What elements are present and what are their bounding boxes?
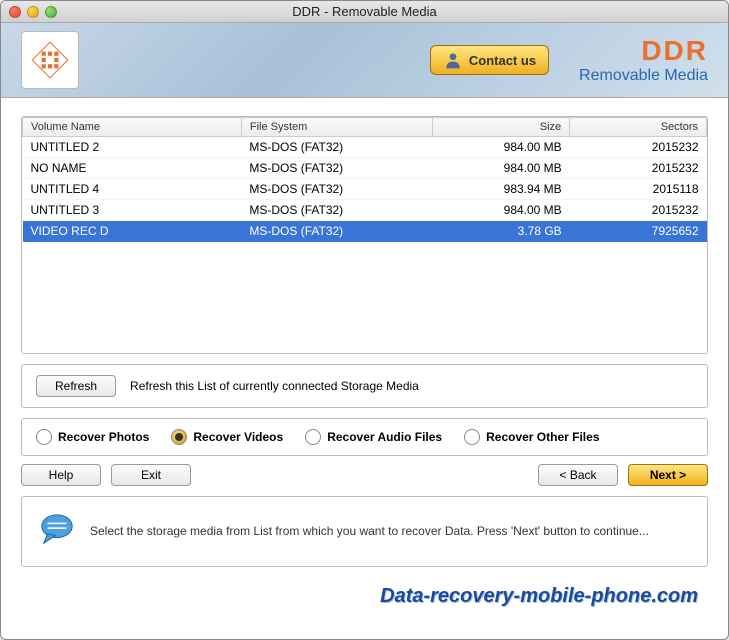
footer-link[interactable]: Data-recovery-mobile-phone.com <box>380 585 698 607</box>
close-icon[interactable] <box>9 6 21 18</box>
col-sectors[interactable]: Sectors <box>570 118 707 137</box>
content-area: Volume Name File System Size Sectors UNT… <box>1 98 728 614</box>
titlebar: DDR - Removable Media <box>1 1 728 23</box>
radio-icon <box>171 429 187 445</box>
minimize-icon[interactable] <box>27 6 39 18</box>
col-size[interactable]: Size <box>433 118 570 137</box>
cell-volume: VIDEO REC D <box>23 221 242 242</box>
brand: DDR Removable Media <box>579 35 708 85</box>
recover-option[interactable]: Recover Videos <box>171 429 283 445</box>
col-file-system[interactable]: File System <box>241 118 433 137</box>
cell-sectors: 2015232 <box>570 158 707 179</box>
recover-option[interactable]: Recover Audio Files <box>305 429 442 445</box>
cell-volume: UNTITLED 4 <box>23 179 242 200</box>
recover-option-label: Recover Photos <box>58 430 149 444</box>
traffic-lights <box>9 6 57 18</box>
cell-sectors: 7925652 <box>570 221 707 242</box>
cell-size: 984.00 MB <box>433 158 570 179</box>
cell-size: 984.00 MB <box>433 200 570 221</box>
nav-row: Help Exit < Back Next > <box>21 464 708 486</box>
recover-option-label: Recover Other Files <box>486 430 599 444</box>
cell-fs: MS-DOS (FAT32) <box>241 137 433 158</box>
refresh-button[interactable]: Refresh <box>36 375 116 397</box>
cell-volume: UNTITLED 3 <box>23 200 242 221</box>
cell-size: 3.78 GB <box>433 221 570 242</box>
table-row[interactable]: NO NAMEMS-DOS (FAT32)984.00 MB2015232 <box>23 158 707 179</box>
recover-option[interactable]: Recover Other Files <box>464 429 599 445</box>
radio-icon <box>464 429 480 445</box>
back-button[interactable]: < Back <box>538 464 618 486</box>
table-header-row: Volume Name File System Size Sectors <box>23 118 707 137</box>
person-icon <box>443 50 463 70</box>
cell-sectors: 2015232 <box>570 137 707 158</box>
header-banner: Contact us DDR Removable Media <box>1 23 728 98</box>
next-button[interactable]: Next > <box>628 464 708 486</box>
footer: Data-recovery-mobile-phone.com <box>21 581 708 614</box>
contact-us-button[interactable]: Contact us <box>430 45 549 75</box>
refresh-hint: Refresh this List of currently connected… <box>130 379 419 393</box>
cell-sectors: 2015118 <box>570 179 707 200</box>
recover-option-label: Recover Audio Files <box>327 430 442 444</box>
hint-panel: Select the storage media from List from … <box>21 496 708 567</box>
app-logo-icon <box>21 31 79 89</box>
cell-size: 984.00 MB <box>433 137 570 158</box>
cell-fs: MS-DOS (FAT32) <box>241 200 433 221</box>
cell-fs: MS-DOS (FAT32) <box>241 158 433 179</box>
recover-option[interactable]: Recover Photos <box>36 429 149 445</box>
volume-table: Volume Name File System Size Sectors UNT… <box>22 117 707 242</box>
contact-label: Contact us <box>469 53 536 68</box>
zoom-icon[interactable] <box>45 6 57 18</box>
table-row[interactable]: UNTITLED 3MS-DOS (FAT32)984.00 MB2015232 <box>23 200 707 221</box>
brand-subtitle: Removable Media <box>579 67 708 85</box>
table-row[interactable]: UNTITLED 4MS-DOS (FAT32)983.94 MB2015118 <box>23 179 707 200</box>
volume-table-panel: Volume Name File System Size Sectors UNT… <box>21 116 708 354</box>
help-button[interactable]: Help <box>21 464 101 486</box>
recover-options-panel: Recover Photos Recover Videos Recover Audi… <box>21 418 708 456</box>
cell-volume: UNTITLED 2 <box>23 137 242 158</box>
app-window: DDR - Removable Media Contact us DDR Rem… <box>0 0 729 640</box>
col-volume-name[interactable]: Volume Name <box>23 118 242 137</box>
table-row[interactable]: VIDEO REC DMS-DOS (FAT32)3.78 GB7925652 <box>23 221 707 242</box>
brand-title: DDR <box>579 35 708 67</box>
table-row[interactable]: UNTITLED 2MS-DOS (FAT32)984.00 MB2015232 <box>23 137 707 158</box>
cell-size: 983.94 MB <box>433 179 570 200</box>
cell-sectors: 2015232 <box>570 200 707 221</box>
speech-bubble-icon <box>38 511 76 552</box>
cell-volume: NO NAME <box>23 158 242 179</box>
cell-fs: MS-DOS (FAT32) <box>241 179 433 200</box>
radio-icon <box>36 429 52 445</box>
window-title: DDR - Removable Media <box>1 4 728 19</box>
exit-button[interactable]: Exit <box>111 464 191 486</box>
recover-option-label: Recover Videos <box>193 430 283 444</box>
hint-text: Select the storage media from List from … <box>90 523 649 540</box>
cell-fs: MS-DOS (FAT32) <box>241 221 433 242</box>
radio-icon <box>305 429 321 445</box>
refresh-panel: Refresh Refresh this List of currently c… <box>21 364 708 408</box>
